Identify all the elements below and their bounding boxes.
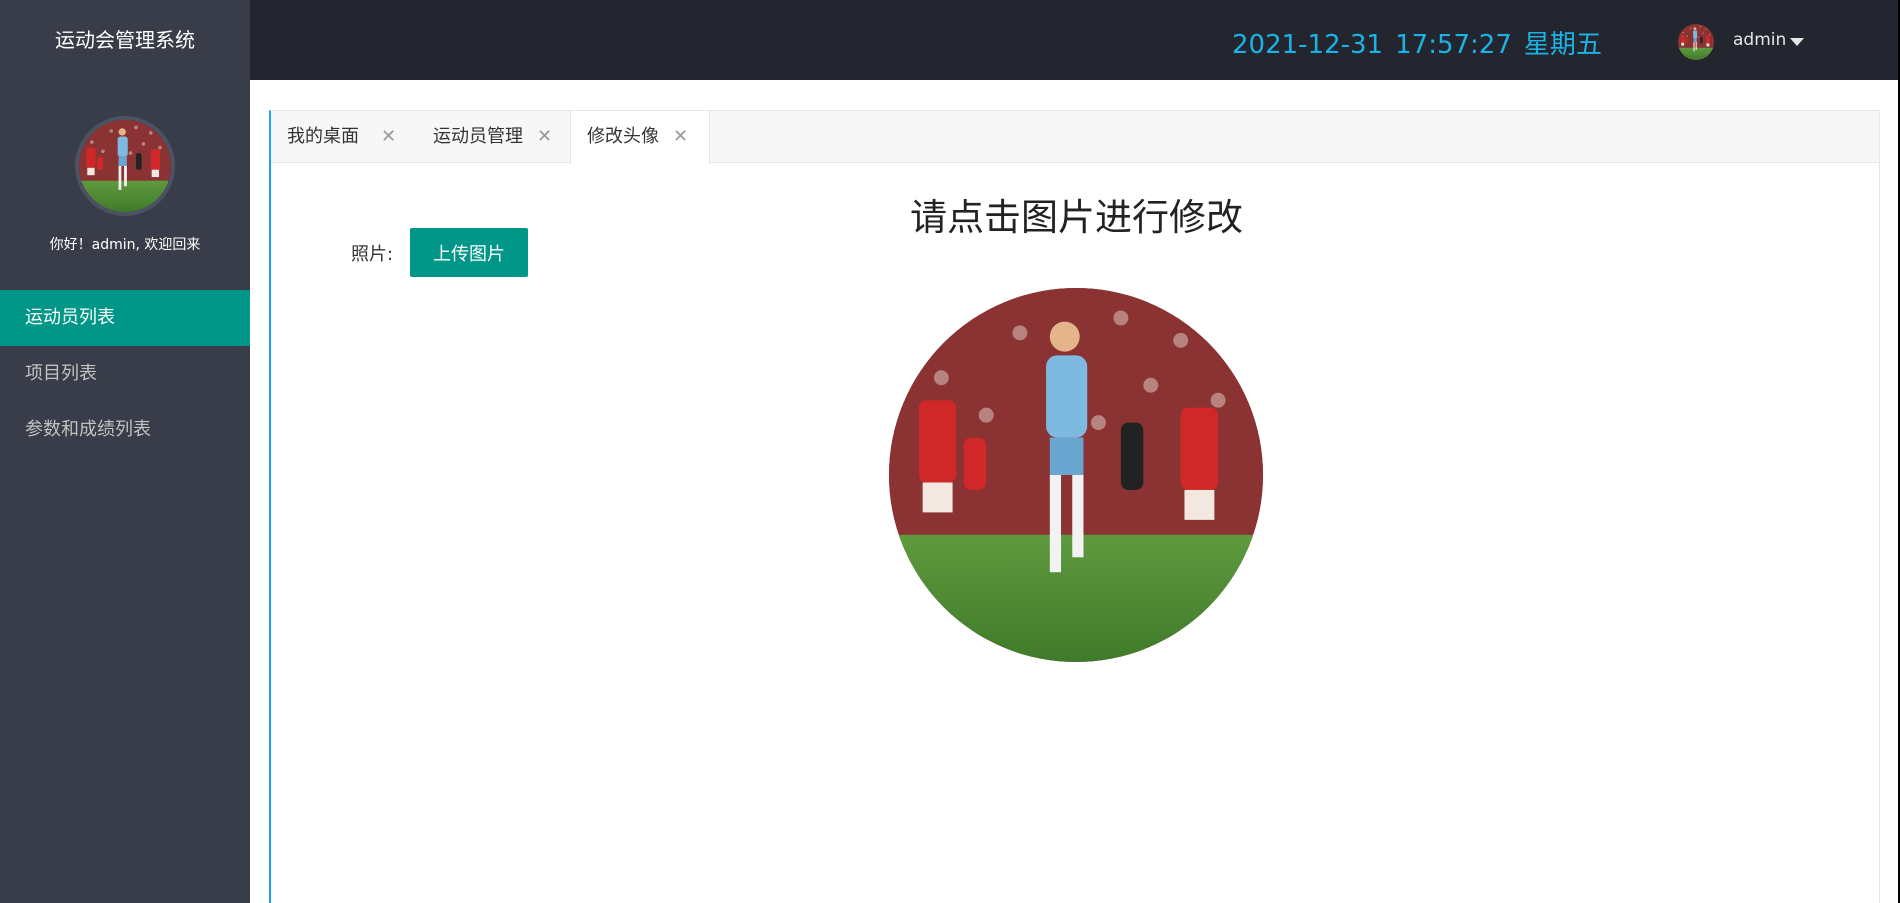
close-icon[interactable]: ✕ [673,111,688,163]
sidebar-item-label: 运动员列表 [25,307,115,328]
app-title: 运动会管理系统 [55,28,195,52]
avatar-image[interactable] [889,288,1263,662]
welcome-text: 你好！admin, 欢迎回来 [49,237,201,253]
header-avatar[interactable] [1678,24,1714,60]
upload-image-button[interactable]: 上传图片 [410,228,528,277]
sidebar: 运动会管理系统 你好！admin, 欢迎回来 运动员列表 项目列表 参数和成绩列… [0,0,250,903]
sidebar-item-params-results-list[interactable]: 参数和成绩列表 [0,402,250,458]
top-header: 2021-12-31 17:57:27 星期五 admin [250,0,1898,80]
avatar-photo [889,288,1263,662]
avatar-photo [79,120,171,212]
datetime-display: 2021-12-31 17:57:27 星期五 [1232,24,1614,61]
tab-label: 运动员管理 [433,126,523,147]
content-panel: 我的桌面 ✕ 运动员管理 ✕ 修改头像 ✕ 请点击图片进行修改 照片: 上传图片 [269,110,1880,903]
weekday-text: 星期五 [1523,30,1602,60]
tab-label: 我的桌面 [287,126,359,147]
avatar-photo [1678,24,1714,60]
user-profile: 你好！admin, 欢迎回来 [0,80,250,290]
tab-athlete-management[interactable]: 运动员管理 ✕ [417,111,572,163]
photo-label: 照片: [351,244,394,265]
tab-change-avatar[interactable]: 修改头像 ✕ [570,111,710,164]
time-text: 17:57:27 [1395,30,1512,60]
sidebar-item-event-list[interactable]: 项目列表 [0,346,250,402]
sidebar-avatar [75,116,175,216]
sidebar-item-label: 参数和成绩列表 [25,419,151,440]
tab-my-desktop[interactable]: 我的桌面 ✕ [271,111,417,163]
date-text: 2021-12-31 [1232,30,1384,60]
caret-down-icon[interactable] [1790,38,1804,46]
close-icon[interactable]: ✕ [537,111,552,163]
sidebar-item-label: 项目列表 [25,363,97,384]
user-menu-name[interactable]: admin [1733,30,1786,50]
sidebar-item-athlete-list[interactable]: 运动员列表 [0,290,250,346]
tab-label: 修改头像 [587,126,659,147]
close-icon[interactable]: ✕ [381,111,396,163]
tab-bar: 我的桌面 ✕ 运动员管理 ✕ 修改头像 ✕ [271,111,1879,164]
